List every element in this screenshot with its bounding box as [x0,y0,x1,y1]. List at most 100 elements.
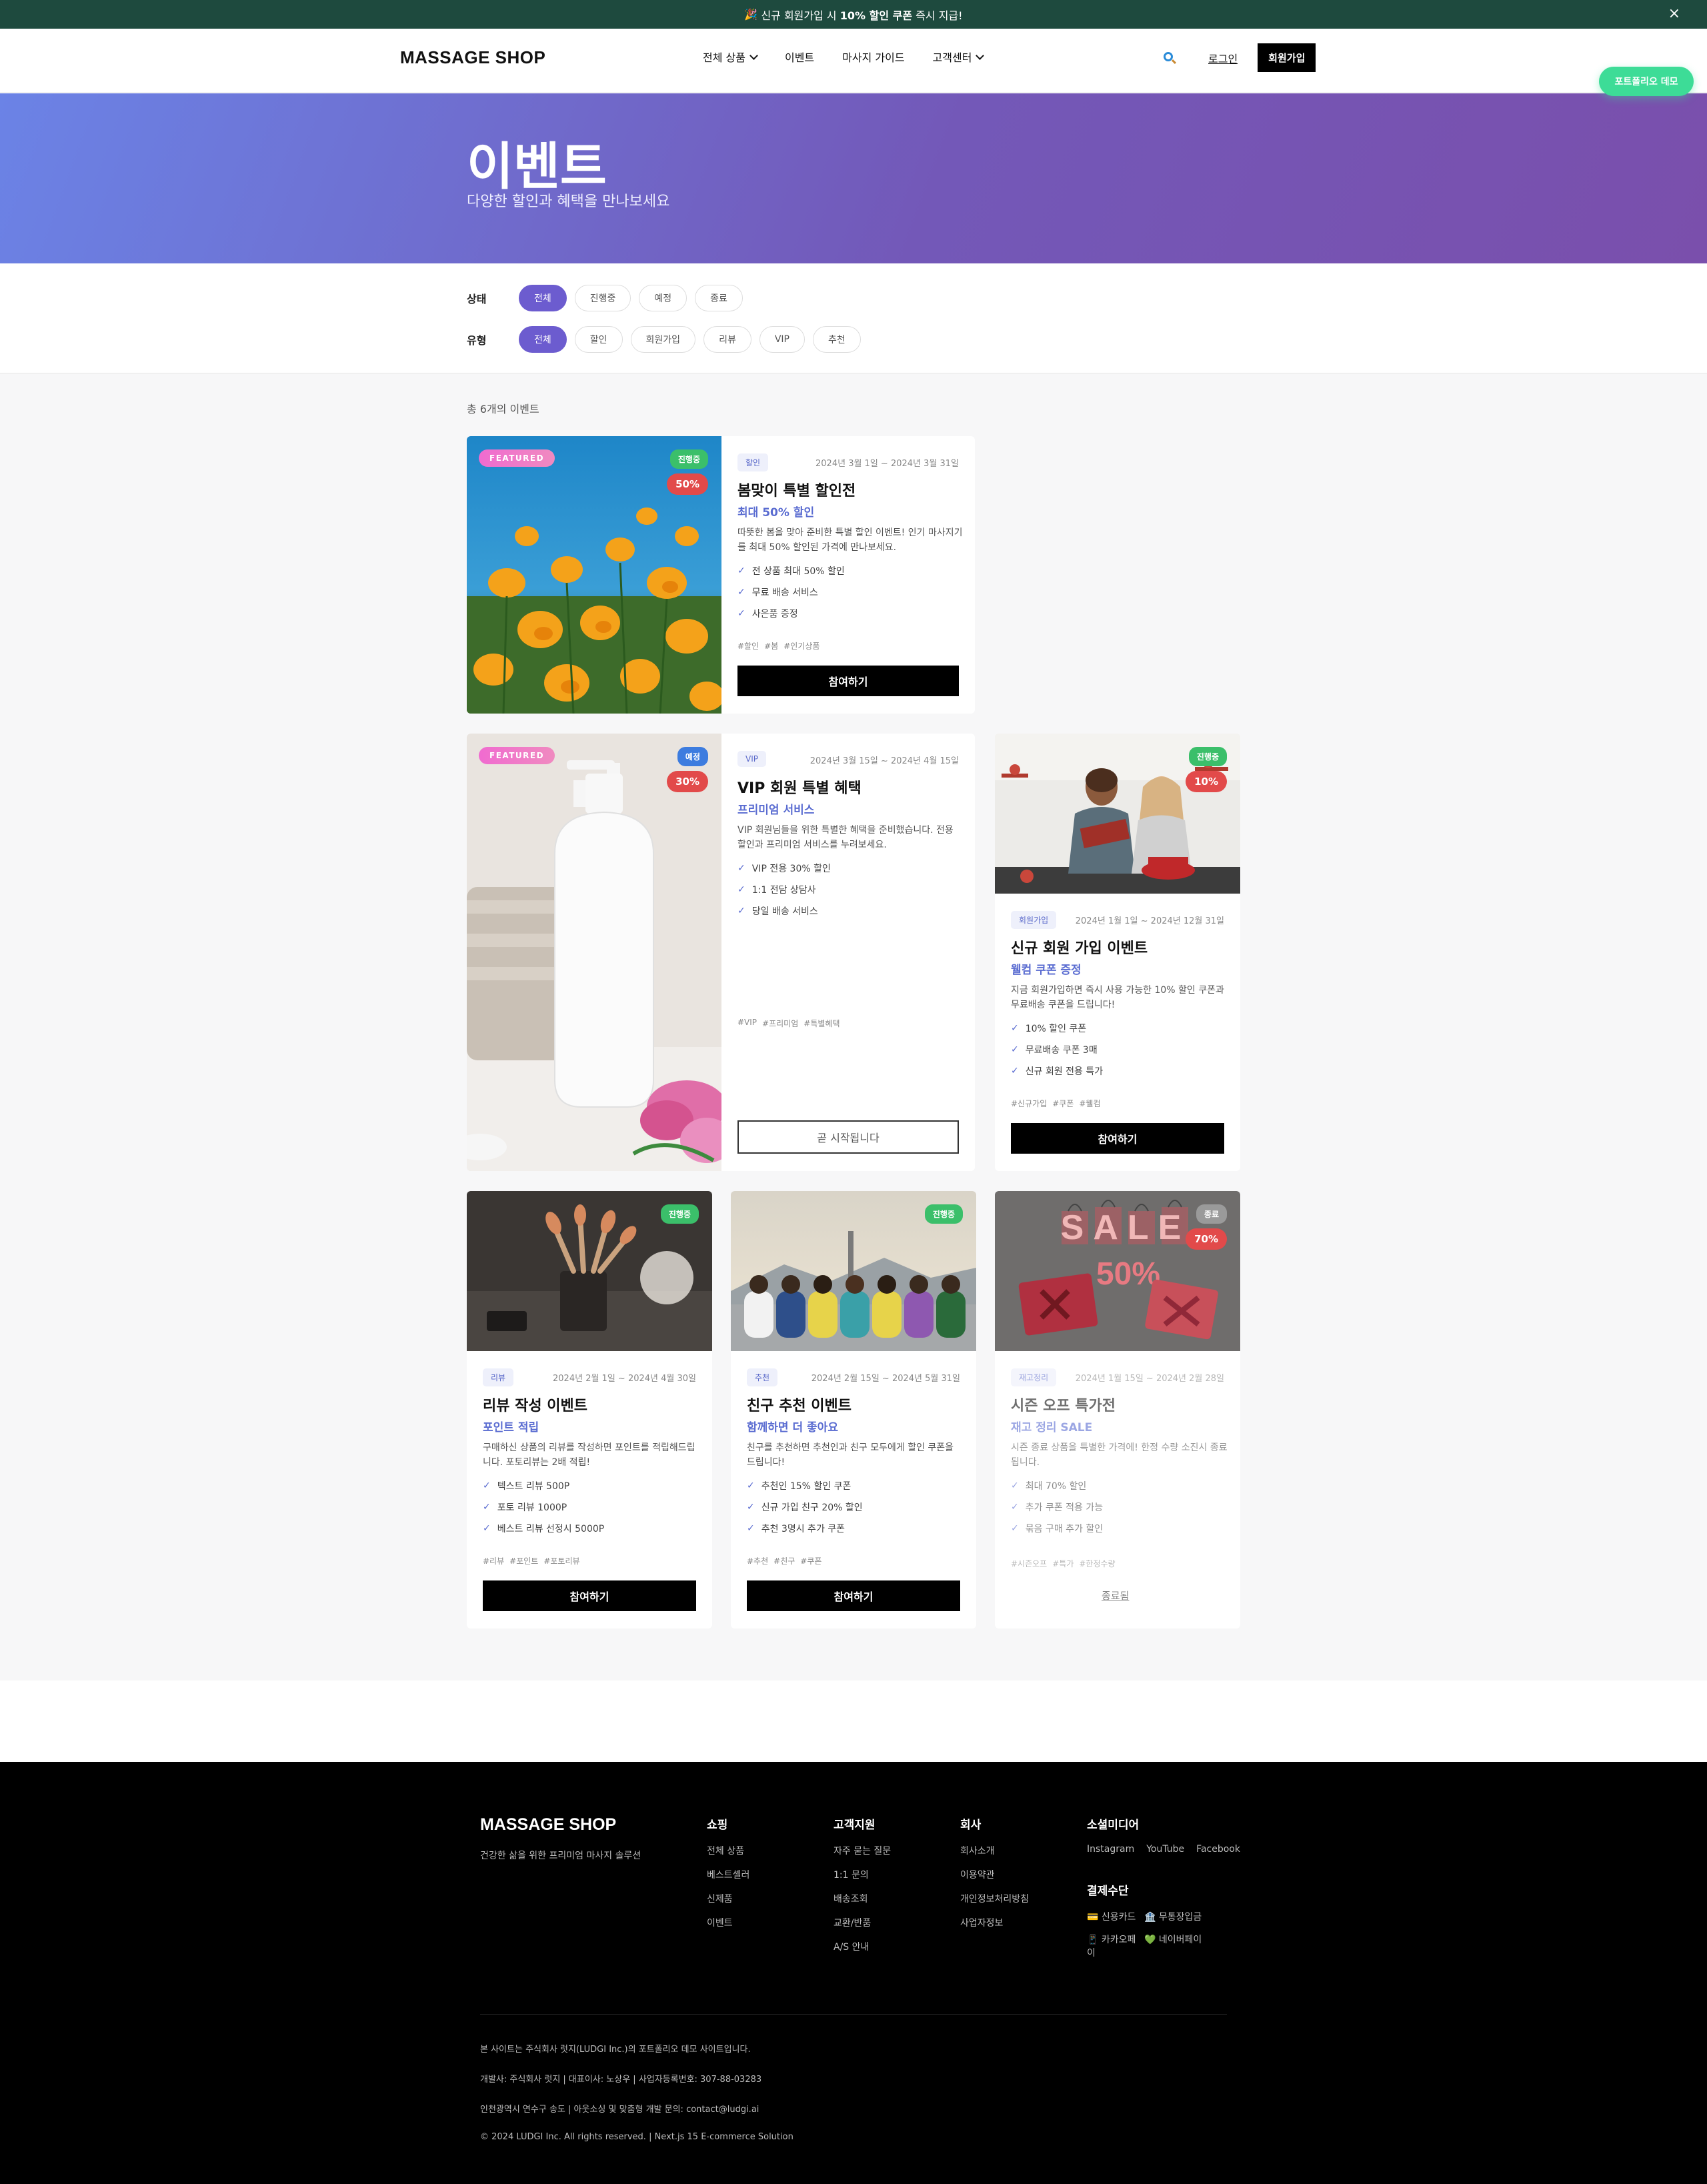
image-percent-text: 50% [1096,1256,1160,1292]
footer-info-line: 인천광역시 연수구 송도 | 아웃소싱 및 맞춤형 개발 문의: contact… [480,2105,759,2115]
party-icon: 🎉 [744,8,758,21]
benefit-list: ✓ 추천인 15% 할인 쿠폰 ✓ 신규 가입 친구 20% 할인 ✓ 추천 3명시 … [747,1475,863,1539]
close-icon[interactable]: × [1668,5,1680,22]
benefit-item: ✓ 추천 3명시 추가 쿠폰 [747,1523,845,1534]
youtube-link[interactable]: YouTube [1146,1844,1184,1855]
footer-link[interactable]: 배송조회 [833,1892,891,1916]
instagram-link[interactable]: Instagram [1087,1844,1134,1855]
footer-divider [480,2014,1227,2015]
nav-massage-guide[interactable]: 마사지 가이드 [842,49,904,65]
nav-label: 전체 상품 [703,51,745,64]
event-description: 따뜻한 봄을 맞아 준비한 특별 할인 이벤트! 인기 마사지기 를 최대 50%… [737,527,963,553]
hashtags: #리뷰 #포인트 #포토리뷰 [483,1556,580,1566]
coming-soon-button[interactable]: 곧 시작됩니다 [737,1120,959,1154]
featured-badge: FEATURED [479,747,555,764]
event-image: 진행중 [731,1191,976,1351]
portfolio-demo-button[interactable]: 포트폴리오 데모 [1599,67,1694,96]
event-period: 2024년 3월 15일 ~ 2024년 4월 15일 [809,756,959,766]
event-period: 2024년 2월 1일 ~ 2024년 4월 30일 [553,1374,696,1384]
status-chip-upcoming[interactable]: 예정 [639,285,687,311]
type-tag: VIP [737,751,766,767]
benefit-list: ✓ 텍스트 리뷰 500P ✓ 포토 리뷰 1000P ✓ 베스트 리뷰 선정시 50… [483,1475,604,1539]
footer-link[interactable]: 개인정보처리방침 [960,1892,1029,1916]
page-subtitle: 다양한 할인과 혜택을 만나보세요 [467,193,670,210]
join-button[interactable]: 참여하기 [737,666,959,696]
check-icon: ✓ [483,1523,491,1534]
hashtags: #할인 #봄 #인기상품 [737,642,820,651]
footer-link[interactable]: A/S 안내 [833,1940,891,1964]
footer-link[interactable]: 회사소개 [960,1844,1029,1868]
status-filter-label: 상태 [467,293,487,305]
benefit-item: ✓ 텍스트 리뷰 500P [483,1480,570,1492]
type-chip-vip[interactable]: VIP [759,326,805,353]
footer-logo[interactable]: MASSAGE SHOP [480,1815,616,1835]
footer-link[interactable]: 전체 상품 [707,1844,749,1868]
page-title: 이벤트 [467,137,607,196]
benefit-list: ✓ 10% 할인 쿠폰 ✓ 무료배송 쿠폰 3매 ✓ 신규 회원 전용 특가 [1011,1018,1103,1082]
event-image: SALE 50% 종료 70% [995,1191,1240,1351]
site-header: MASSAGE SHOP 전체 상품 이벤트 마사지 가이드 고객센터 로그인 … [0,29,1707,93]
status-chip-ended[interactable]: 종료 [695,285,743,311]
benefit-item: ✓ 전 상품 최대 50% 할인 [737,566,845,577]
nav-events[interactable]: 이벤트 [785,49,814,65]
footer-link[interactable]: 베스트셀러 [707,1868,749,1892]
benefit-item: ✓ VIP 전용 30% 할인 [737,863,831,874]
chevron-down-icon [749,51,758,60]
join-button[interactable]: 참여하기 [747,1580,960,1611]
type-chip-signup[interactable]: 회원가입 [630,326,696,353]
benefit-item: ✓ 신규 가입 친구 20% 할인 [747,1502,863,1513]
benefit-item: ✓ 추가 쿠폰 적용 가능 [1011,1502,1104,1513]
footer-link[interactable]: 신제품 [707,1892,749,1916]
discount-badge: 50% [667,473,708,495]
event-title: VIP 회원 특별 혜택 [737,780,862,797]
type-chip-review[interactable]: 리뷰 [703,326,751,353]
join-button[interactable]: 참여하기 [1011,1123,1224,1154]
event-period: 2024년 3월 1일 ~ 2024년 3월 31일 [815,459,959,469]
check-icon: ✓ [737,906,745,916]
site-footer: MASSAGE SHOP 건강한 삶을 위한 프리미엄 마사지 솔루션 쇼핑 전… [0,1762,1707,2184]
footer-link[interactable]: 이용약관 [960,1868,1029,1892]
benefit-item: ✓ 당일 배송 서비스 [737,906,818,917]
check-icon: ✓ [747,1480,755,1491]
check-icon: ✓ [737,566,745,576]
type-chip-discount[interactable]: 할인 [574,326,623,353]
footer-col-social: 소셜미디어 Instagram YouTube Facebook 결제수단 💳 … [1087,1815,1240,1959]
footer-link[interactable]: 이벤트 [707,1916,749,1940]
footer-link[interactable]: 사업자정보 [960,1916,1029,1940]
nav-label: 마사지 가이드 [842,51,905,64]
announcement-bold: 10% 할인 쿠폰 [839,9,913,22]
signup-button[interactable]: 회원가입 [1258,43,1316,72]
login-link[interactable]: 로그인 [1208,50,1238,66]
event-subtitle: 웰컴 쿠폰 증정 [1011,964,1082,977]
ended-label: 종료됨 [1102,1590,1130,1602]
image-sale-text: SALE [1061,1208,1191,1247]
type-chip-all[interactable]: 전체 [519,326,567,353]
footer-tagline: 건강한 삶을 위한 프리미엄 마사지 솔루션 [480,1851,641,1861]
payment-title: 결제수단 [1087,1885,1129,1898]
event-subtitle: 함께하면 더 좋아요 [747,1421,838,1434]
event-subtitle: 포인트 적립 [483,1421,539,1434]
benefit-list: ✓ VIP 전용 30% 할인 ✓ 1:1 전담 상담사 ✓ 당일 배송 서비스 [737,858,831,922]
logo[interactable]: MASSAGE SHOP [400,47,545,68]
bank-transfer-method: 🏦 무통장입금 [1144,1912,1202,1923]
filter-panel: 상태 전체 진행중 예정 종료 유형 전체 할인 회원가입 리뷰 VIP 추천 [0,263,1707,373]
nav-all-products[interactable]: 전체 상품 [703,49,758,65]
type-chip-referral[interactable]: 추천 [812,326,861,353]
footer-link[interactable]: 교환/반품 [833,1916,891,1940]
status-chip-ongoing[interactable]: 진행중 [574,285,631,311]
footer-col-shopping: 쇼핑 전체 상품 베스트셀러 신제품 이벤트 [707,1815,749,1940]
search-icon[interactable] [1163,51,1177,65]
footer-link[interactable]: 자주 묻는 질문 [833,1844,891,1868]
event-title: 리뷰 작성 이벤트 [483,1398,587,1414]
event-period: 2024년 1월 1일 ~ 2024년 12월 31일 [1075,916,1224,926]
status-chip-all[interactable]: 전체 [519,285,567,311]
footer-link[interactable]: 1:1 문의 [833,1868,891,1892]
benefit-item: ✓ 신규 회원 전용 특가 [1011,1066,1104,1077]
benefit-item: ✓ 사은품 증정 [737,608,798,620]
join-button[interactable]: 참여하기 [483,1580,696,1611]
status-filter-row: 상태 전체 진행중 예정 종료 [467,285,743,311]
facebook-link[interactable]: Facebook [1196,1844,1240,1855]
event-description: VIP 회원님들을 위한 특별한 혜택을 준비했습니다. 전용 할인과 프리미엄 … [737,825,954,850]
nav-customer-center[interactable]: 고객센터 [933,49,985,65]
announcement-pre: 신규 회원가입 시 [761,9,837,22]
